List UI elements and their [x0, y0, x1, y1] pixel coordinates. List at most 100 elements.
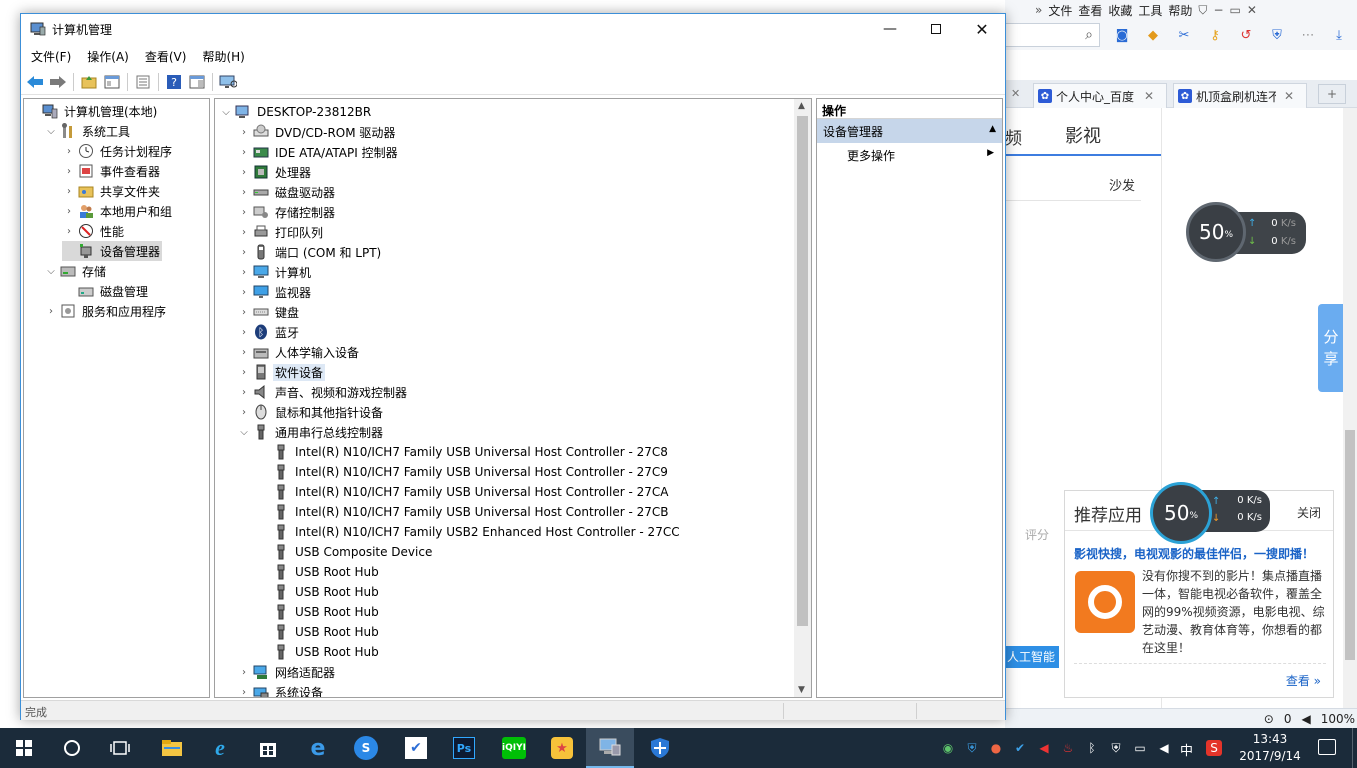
forward-button[interactable]	[48, 72, 68, 92]
chevron-down-icon[interactable]: ⌵	[237, 427, 251, 438]
device-item[interactable]: Intel(R) N10/ICH7 Family USB Universal H…	[257, 462, 670, 482]
device-category[interactable]: › 声音、视频和游戏控制器	[237, 382, 409, 402]
computer-management-taskbar-button[interactable]	[586, 728, 634, 768]
actions-section-device-manager[interactable]: 设备管理器 ▲	[817, 119, 1002, 143]
chevron-icon[interactable]: »	[1035, 3, 1042, 17]
feishu-button[interactable]: ✔	[392, 728, 440, 768]
maximize-button[interactable]	[913, 14, 959, 44]
chevron-right-icon[interactable]: ›	[237, 687, 251, 698]
chevron-right-icon[interactable]: ›	[62, 206, 76, 217]
device-category[interactable]: › ᛒ 蓝牙	[237, 322, 301, 342]
security-button[interactable]	[636, 728, 684, 768]
device-category[interactable]: › 存储控制器	[237, 202, 337, 222]
tree-item[interactable]: › 共享文件夹	[62, 181, 162, 201]
start-button[interactable]	[0, 728, 48, 768]
ie-button[interactable]: e	[196, 728, 244, 768]
store-button[interactable]	[244, 728, 292, 768]
chevron-right-icon[interactable]: ›	[237, 247, 251, 258]
browser-menu-item[interactable]: 查看	[1078, 2, 1102, 19]
speed-widget[interactable]: ↑ 0 K/s ↓ 0 K/s 50%	[1186, 202, 1306, 262]
share-button[interactable]: 分享	[1318, 304, 1344, 392]
device-item[interactable]: Intel(R) N10/ICH7 Family USB Universal H…	[257, 482, 671, 502]
properties-button[interactable]	[133, 72, 153, 92]
title-bar[interactable]: 计算机管理 — ✕	[21, 14, 1005, 44]
close-button[interactable]: ✕	[959, 14, 1005, 44]
task-view-button[interactable]	[96, 728, 144, 768]
photoshop-button[interactable]: Ps	[440, 728, 488, 768]
browser-tab[interactable]: ✿ 个人中心_百度 ✕	[1033, 83, 1167, 108]
menu-view[interactable]: 查看(V)	[145, 48, 187, 65]
zoom-level[interactable]: 100%	[1321, 712, 1355, 726]
address-bar[interactable]: ⌕	[1005, 23, 1100, 47]
speed-widget[interactable]: ↑ 0 K/s ↓ 0 K/s 50%	[1150, 482, 1270, 544]
device-category[interactable]: › 软件设备	[237, 362, 326, 382]
device-category[interactable]: › 键盘	[237, 302, 301, 322]
device-item[interactable]: Intel(R) N10/ICH7 Family USB2 Enhanced H…	[257, 522, 682, 542]
menu-help[interactable]: 帮助(H)	[202, 48, 244, 65]
browser-scrollbar[interactable]	[1343, 108, 1357, 708]
sogou-input-icon[interactable]: S	[1206, 740, 1222, 756]
chevron-right-icon[interactable]: ›	[62, 166, 76, 177]
show-hide-tree-button[interactable]	[102, 72, 122, 92]
search-icon[interactable]: ⌕	[1085, 27, 1093, 43]
more-actions-item[interactable]: 更多操作 ▶	[817, 143, 1002, 167]
new-tab-button[interactable]: +	[1318, 84, 1346, 104]
file-explorer-button[interactable]	[148, 728, 196, 768]
chevron-right-icon[interactable]: ›	[237, 327, 251, 338]
cortana-button[interactable]	[48, 728, 96, 768]
close-icon[interactable]: ✕	[1247, 3, 1257, 17]
browser-menu-item[interactable]: 帮助	[1168, 2, 1192, 19]
tab-close-icon[interactable]: ✕	[1011, 87, 1020, 100]
device-category[interactable]: › 磁盘驱动器	[237, 182, 337, 202]
chevron-right-icon[interactable]: ›	[62, 186, 76, 197]
chevron-right-icon[interactable]: ›	[237, 187, 251, 198]
chevron-right-icon[interactable]: ›	[237, 347, 251, 358]
tree-item[interactable]: ⌵ 存储	[44, 261, 108, 281]
iqiyi-button[interactable]: iQIYI	[490, 728, 538, 768]
download-icon[interactable]: ⤓	[1330, 26, 1348, 44]
device-item[interactable]: USB Root Hub	[257, 622, 381, 642]
edge-button[interactable]: e	[294, 728, 342, 768]
device-category[interactable]: › 端口 (COM 和 LPT)	[237, 242, 383, 262]
volume-mute-tray-icon[interactable]: ◀	[1036, 740, 1052, 756]
key-icon[interactable]: ⚷	[1206, 26, 1224, 44]
device-category[interactable]: › 计算机	[237, 262, 313, 282]
device-item[interactable]: USB Root Hub	[257, 642, 381, 662]
shirt-icon[interactable]: ⛉	[1198, 3, 1207, 18]
notification-center-icon[interactable]	[1318, 739, 1336, 755]
browser-menu-item[interactable]: 文件	[1048, 2, 1072, 19]
shield-icon[interactable]: ◙	[1113, 26, 1131, 44]
tree-item[interactable]: › 性能	[62, 221, 126, 241]
scrollbar-thumb[interactable]	[797, 116, 808, 626]
recommend-headline[interactable]: 影视快搜，电视观影的最佳伴侣，一搜即播！	[1074, 545, 1314, 562]
chevron-right-icon[interactable]: ›	[237, 207, 251, 218]
bluetooth-tray-icon[interactable]: ᛒ	[1084, 740, 1100, 756]
device-category[interactable]: › 网络适配器	[237, 662, 337, 682]
ime-indicator[interactable]: 中	[1180, 740, 1193, 759]
back-button[interactable]	[25, 72, 45, 92]
chevron-right-icon[interactable]: ›	[237, 287, 251, 298]
device-category[interactable]: › 监视器	[237, 282, 313, 302]
tab-close-icon[interactable]: ✕	[1284, 89, 1294, 103]
scrollbar-thumb[interactable]	[1345, 430, 1355, 660]
scroll-down-icon[interactable]: ▼	[798, 685, 805, 695]
tree-item[interactable]: › 任务计划程序	[62, 141, 174, 161]
puzzle-icon[interactable]: ◆	[1144, 26, 1162, 44]
ai-banner[interactable]: 人工智能	[1005, 646, 1059, 668]
device-category[interactable]: › 处理器	[237, 162, 313, 182]
minimize-icon[interactable]: −	[1213, 3, 1223, 17]
chevron-down-icon[interactable]: ⌵	[219, 107, 233, 118]
app-button[interactable]: ★	[538, 728, 586, 768]
device-category[interactable]: › 鼠标和其他指针设备	[237, 402, 385, 422]
device-tree-scrollbar[interactable]: ▲ ▼	[794, 99, 811, 697]
tree-item[interactable]: 磁盘管理	[62, 281, 150, 301]
device-category[interactable]: › 系统设备	[237, 682, 325, 698]
device-category[interactable]: › 打印队列	[237, 222, 325, 242]
qq-tray-icon[interactable]: ●	[988, 740, 1004, 756]
browser-menu-item[interactable]: 工具	[1138, 2, 1162, 19]
tree-item[interactable]: ⌵ 系统工具	[44, 121, 132, 141]
chevron-right-icon[interactable]: ›	[237, 307, 251, 318]
more-icon[interactable]: ⋯	[1299, 26, 1317, 44]
network-tray-icon[interactable]: ▭	[1132, 740, 1148, 756]
recommend-more-link[interactable]: 查看 »	[1286, 672, 1321, 689]
